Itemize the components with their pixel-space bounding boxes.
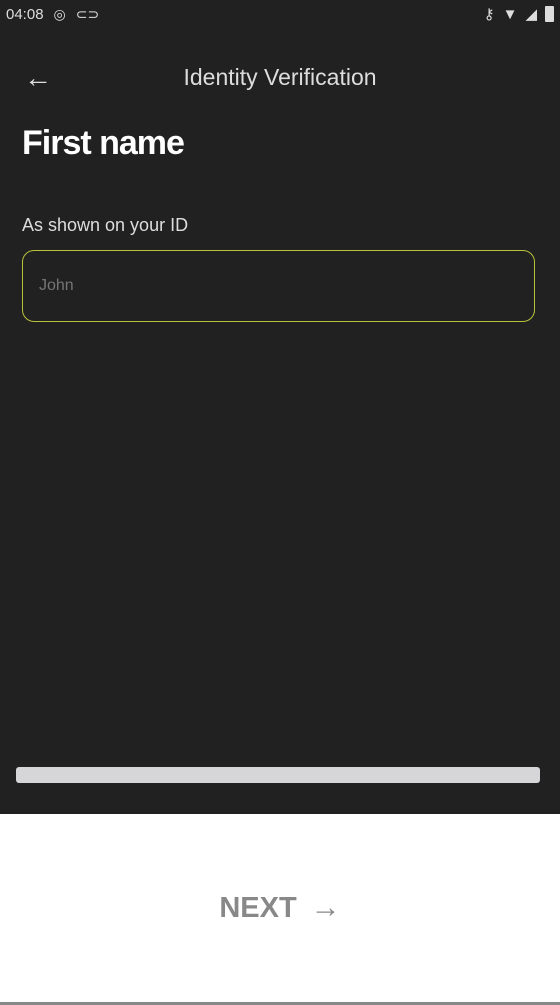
link-icon: ⊂⊃ <box>75 5 100 22</box>
sync-icon: ◎ <box>53 5 66 22</box>
vpn-key-icon: ⚷ <box>483 6 495 23</box>
progress-bar <box>16 767 540 783</box>
wifi-icon: ▼ <box>502 5 518 23</box>
first-name-label: As shown on your ID <box>22 215 189 235</box>
page-title: Identity Verification <box>183 64 377 90</box>
form-heading: First name <box>22 124 185 162</box>
progress-fill <box>16 767 540 783</box>
next-label: NEXT <box>219 891 297 924</box>
status-time: 04:08 <box>6 5 44 23</box>
battery-icon <box>545 6 554 22</box>
first-name-input[interactable] <box>22 250 535 322</box>
footer: NEXT → <box>0 814 560 1005</box>
signal-icon: ◢ <box>525 6 537 23</box>
status-bar: 04:08 ◎ ⊂⊃ ⚷ ▼ ◢ <box>0 0 560 28</box>
arrow-right-icon: → <box>310 891 341 924</box>
next-button[interactable]: NEXT → <box>0 814 560 1002</box>
